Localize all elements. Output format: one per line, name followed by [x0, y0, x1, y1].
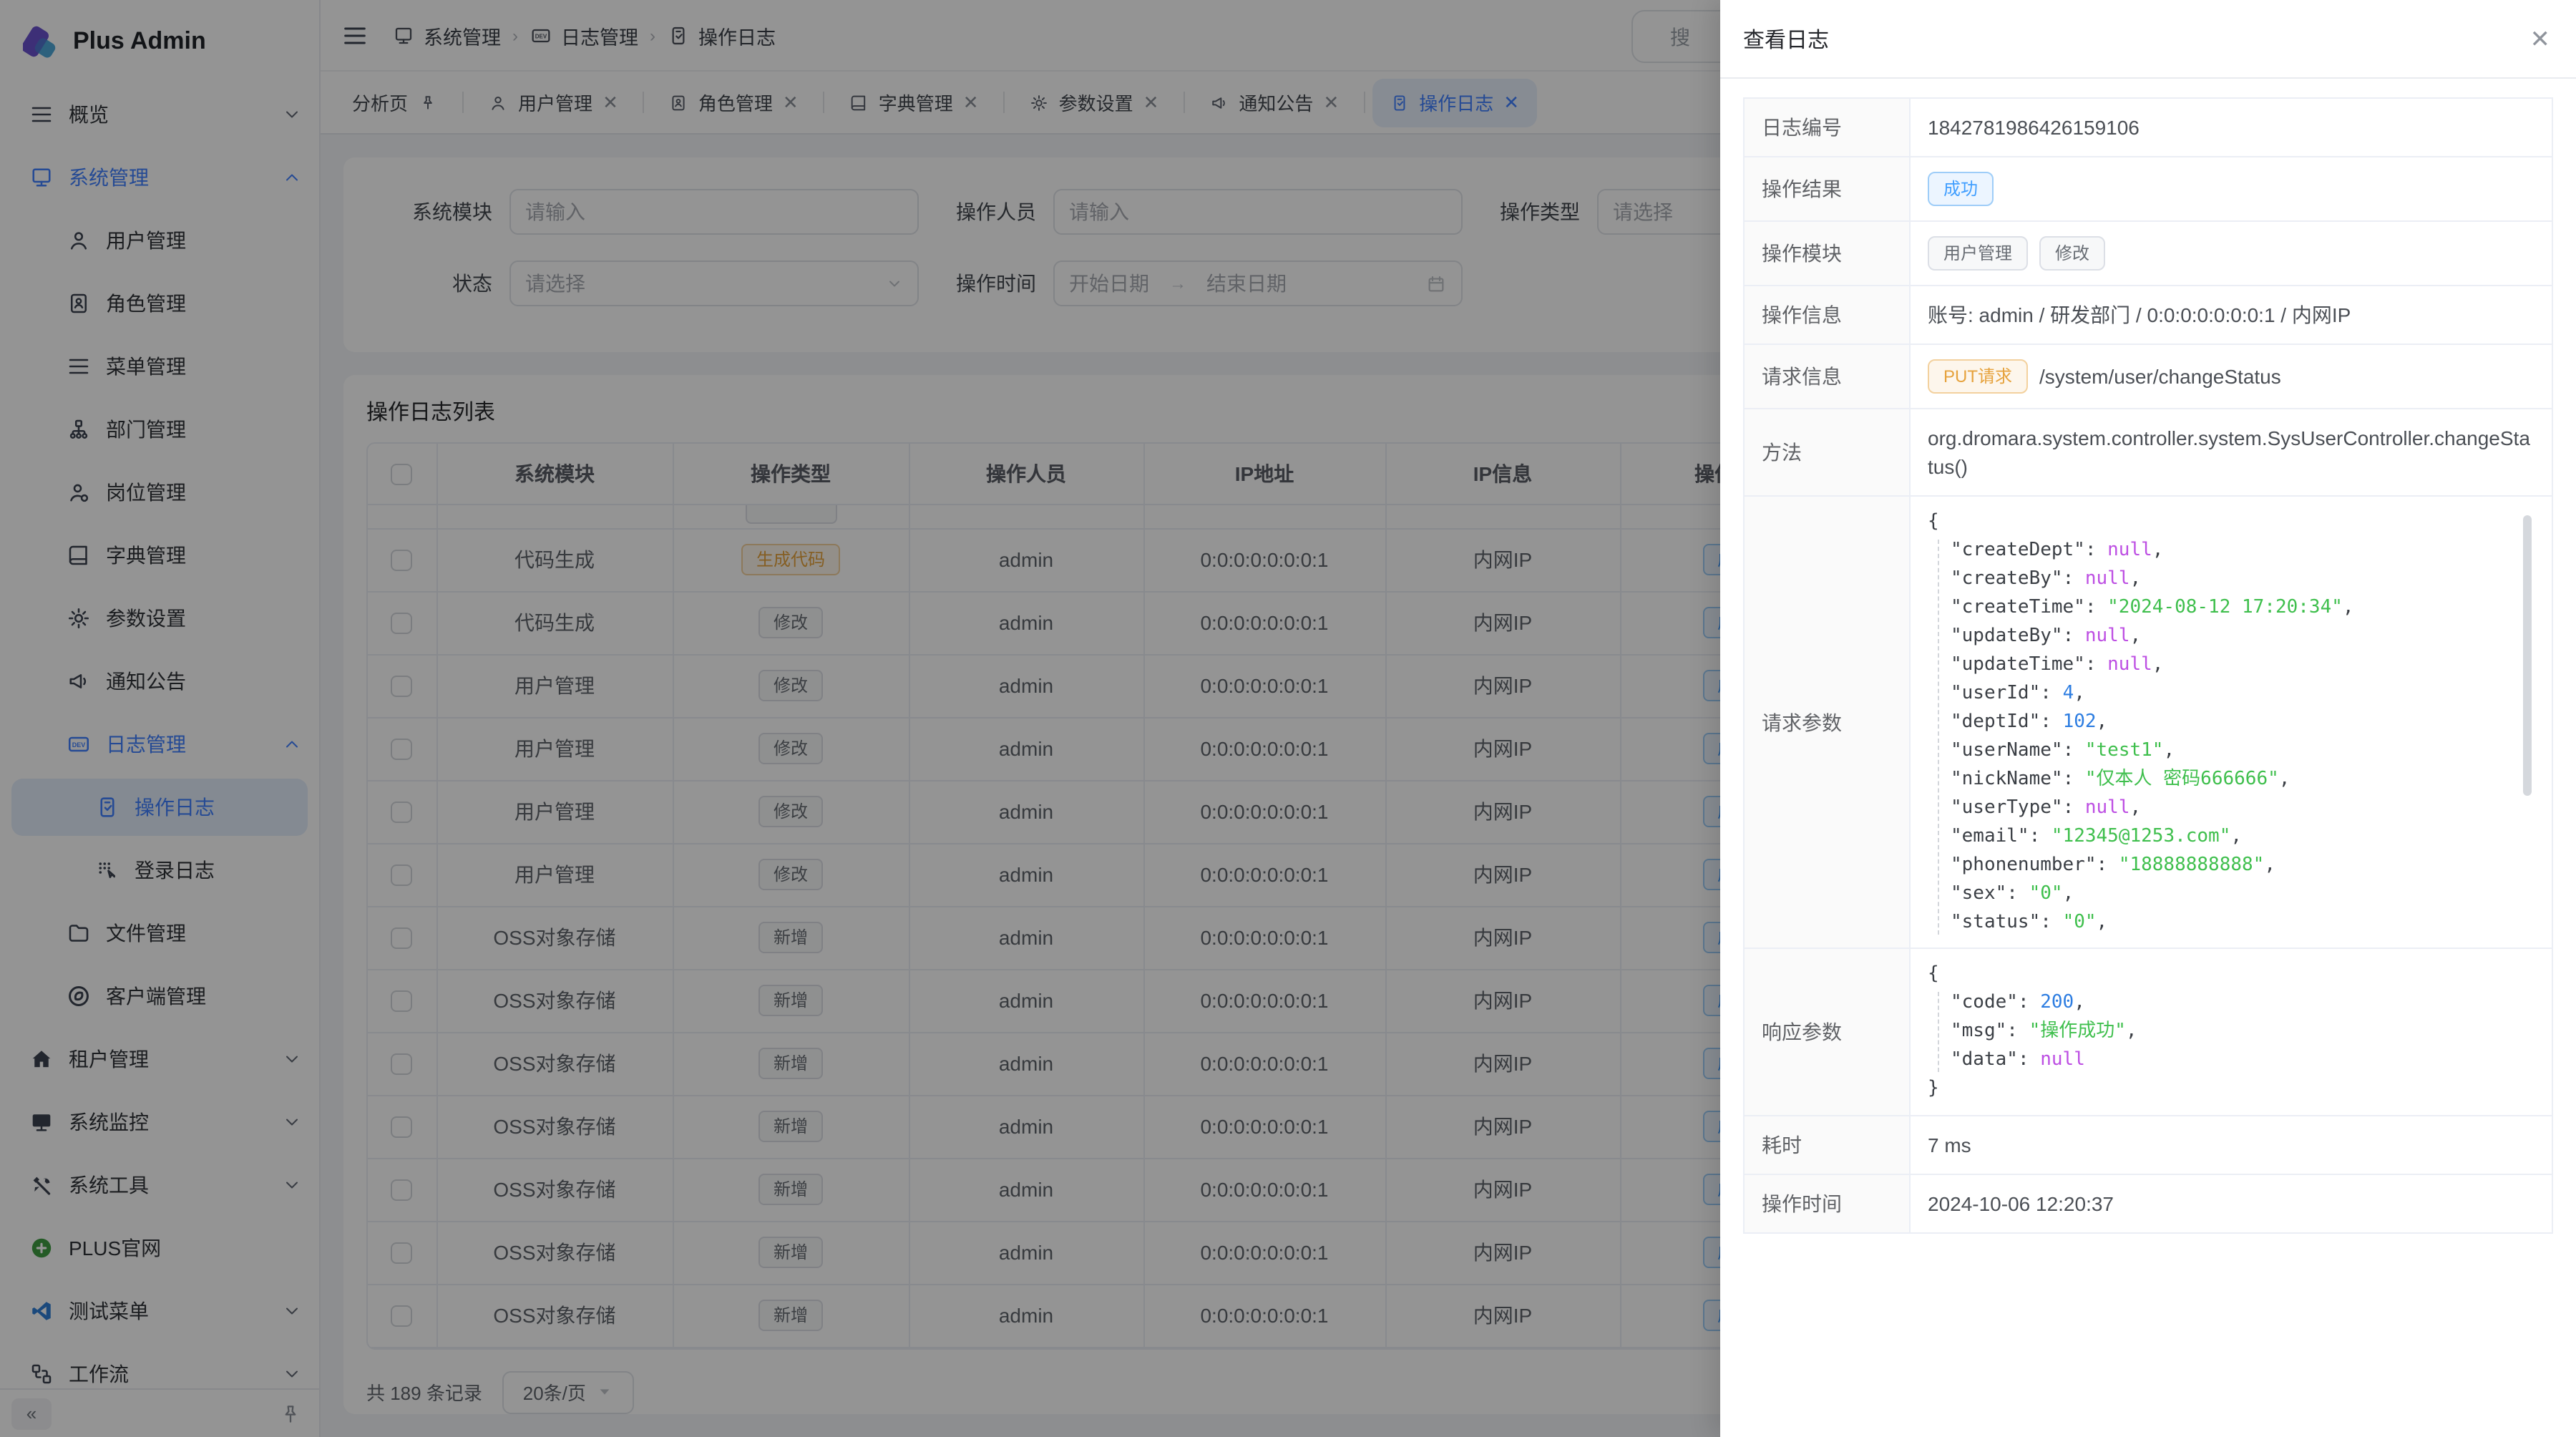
detail-label: 操作模块: [1745, 222, 1911, 285]
detail-label: 操作时间: [1745, 1175, 1911, 1232]
detail-row-方法: 方法org.dromara.system.controller.system.S…: [1745, 409, 2552, 497]
request-method-tag: PUT请求: [1928, 359, 2028, 394]
detail-label: 日志编号: [1745, 99, 1911, 156]
detail-value: {"code": 200,"msg": "操作成功","data": null}: [1911, 949, 2552, 1115]
detail-value: 用户管理修改: [1911, 222, 2552, 285]
detail-row-耗时: 耗时7 ms: [1745, 1116, 2552, 1175]
detail-value: 7 ms: [1911, 1116, 2552, 1174]
detail-label: 操作结果: [1745, 157, 1911, 220]
detail-row-操作时间: 操作时间2024-10-06 12:20:37: [1745, 1175, 2552, 1234]
indent-guide: [1938, 992, 1939, 1072]
log-detail-table: 日志编号1842781986426159106操作结果成功操作模块用户管理修改操…: [1743, 97, 2553, 1234]
json-code-response_params: {"code": 200,"msg": "操作成功","data": null}: [1928, 960, 2534, 1104]
drawer-header: 查看日志 ✕: [1720, 0, 2576, 79]
detail-label: 请求信息: [1745, 345, 1911, 408]
detail-row-操作信息: 操作信息账号: admin / 研发部门 / 0:0:0:0:0:0:0:1 /…: [1745, 286, 2552, 345]
close-icon[interactable]: ✕: [2530, 26, 2551, 51]
detail-label: 方法: [1745, 409, 1911, 495]
detail-value: org.dromara.system.controller.system.Sys…: [1911, 409, 2552, 495]
detail-row-操作结果: 操作结果成功: [1745, 157, 2552, 222]
detail-value: {"createDept": null,"createBy": null,"cr…: [1911, 497, 2552, 948]
detail-tag: 修改: [2039, 236, 2105, 271]
detail-row-请求信息: 请求信息PUT请求/system/user/changeStatus: [1745, 345, 2552, 409]
detail-value: 账号: admin / 研发部门 / 0:0:0:0:0:0:0:1 / 内网I…: [1911, 286, 2552, 344]
json-code-request_params: {"createDept": null,"createBy": null,"cr…: [1928, 508, 2534, 936]
scrollbar-thumb[interactable]: [2523, 515, 2532, 796]
indent-guide: [1938, 540, 1939, 935]
detail-label: 请求参数: [1745, 497, 1911, 948]
detail-row-日志编号: 日志编号1842781986426159106: [1745, 99, 2552, 157]
detail-row-响应参数: 响应参数{"code": 200,"msg": "操作成功","data": n…: [1745, 949, 2552, 1116]
detail-value: 成功: [1911, 157, 2552, 220]
log-detail-drawer: 查看日志 ✕ 日志编号1842781986426159106操作结果成功操作模块…: [1720, 0, 2576, 1437]
app-root: Plus Admin 概览系统管理用户管理角色管理菜单管理部门管理岗位管理字典管…: [0, 0, 2576, 1437]
detail-tag: 用户管理: [1928, 236, 2028, 271]
detail-row-操作模块: 操作模块用户管理修改: [1745, 222, 2552, 286]
detail-label: 操作信息: [1745, 286, 1911, 344]
detail-value: PUT请求/system/user/changeStatus: [1911, 345, 2552, 408]
detail-tag: 成功: [1928, 172, 1994, 206]
modal-overlay[interactable]: [0, 0, 1720, 1437]
detail-label: 响应参数: [1745, 949, 1911, 1115]
detail-label: 耗时: [1745, 1116, 1911, 1174]
detail-value: 1842781986426159106: [1911, 99, 2552, 156]
request-url: /system/user/changeStatus: [2039, 362, 2281, 391]
detail-row-请求参数: 请求参数{"createDept": null,"createBy": null…: [1745, 497, 2552, 949]
drawer-title: 查看日志: [1743, 24, 1829, 54]
detail-value: 2024-10-06 12:20:37: [1911, 1175, 2552, 1232]
